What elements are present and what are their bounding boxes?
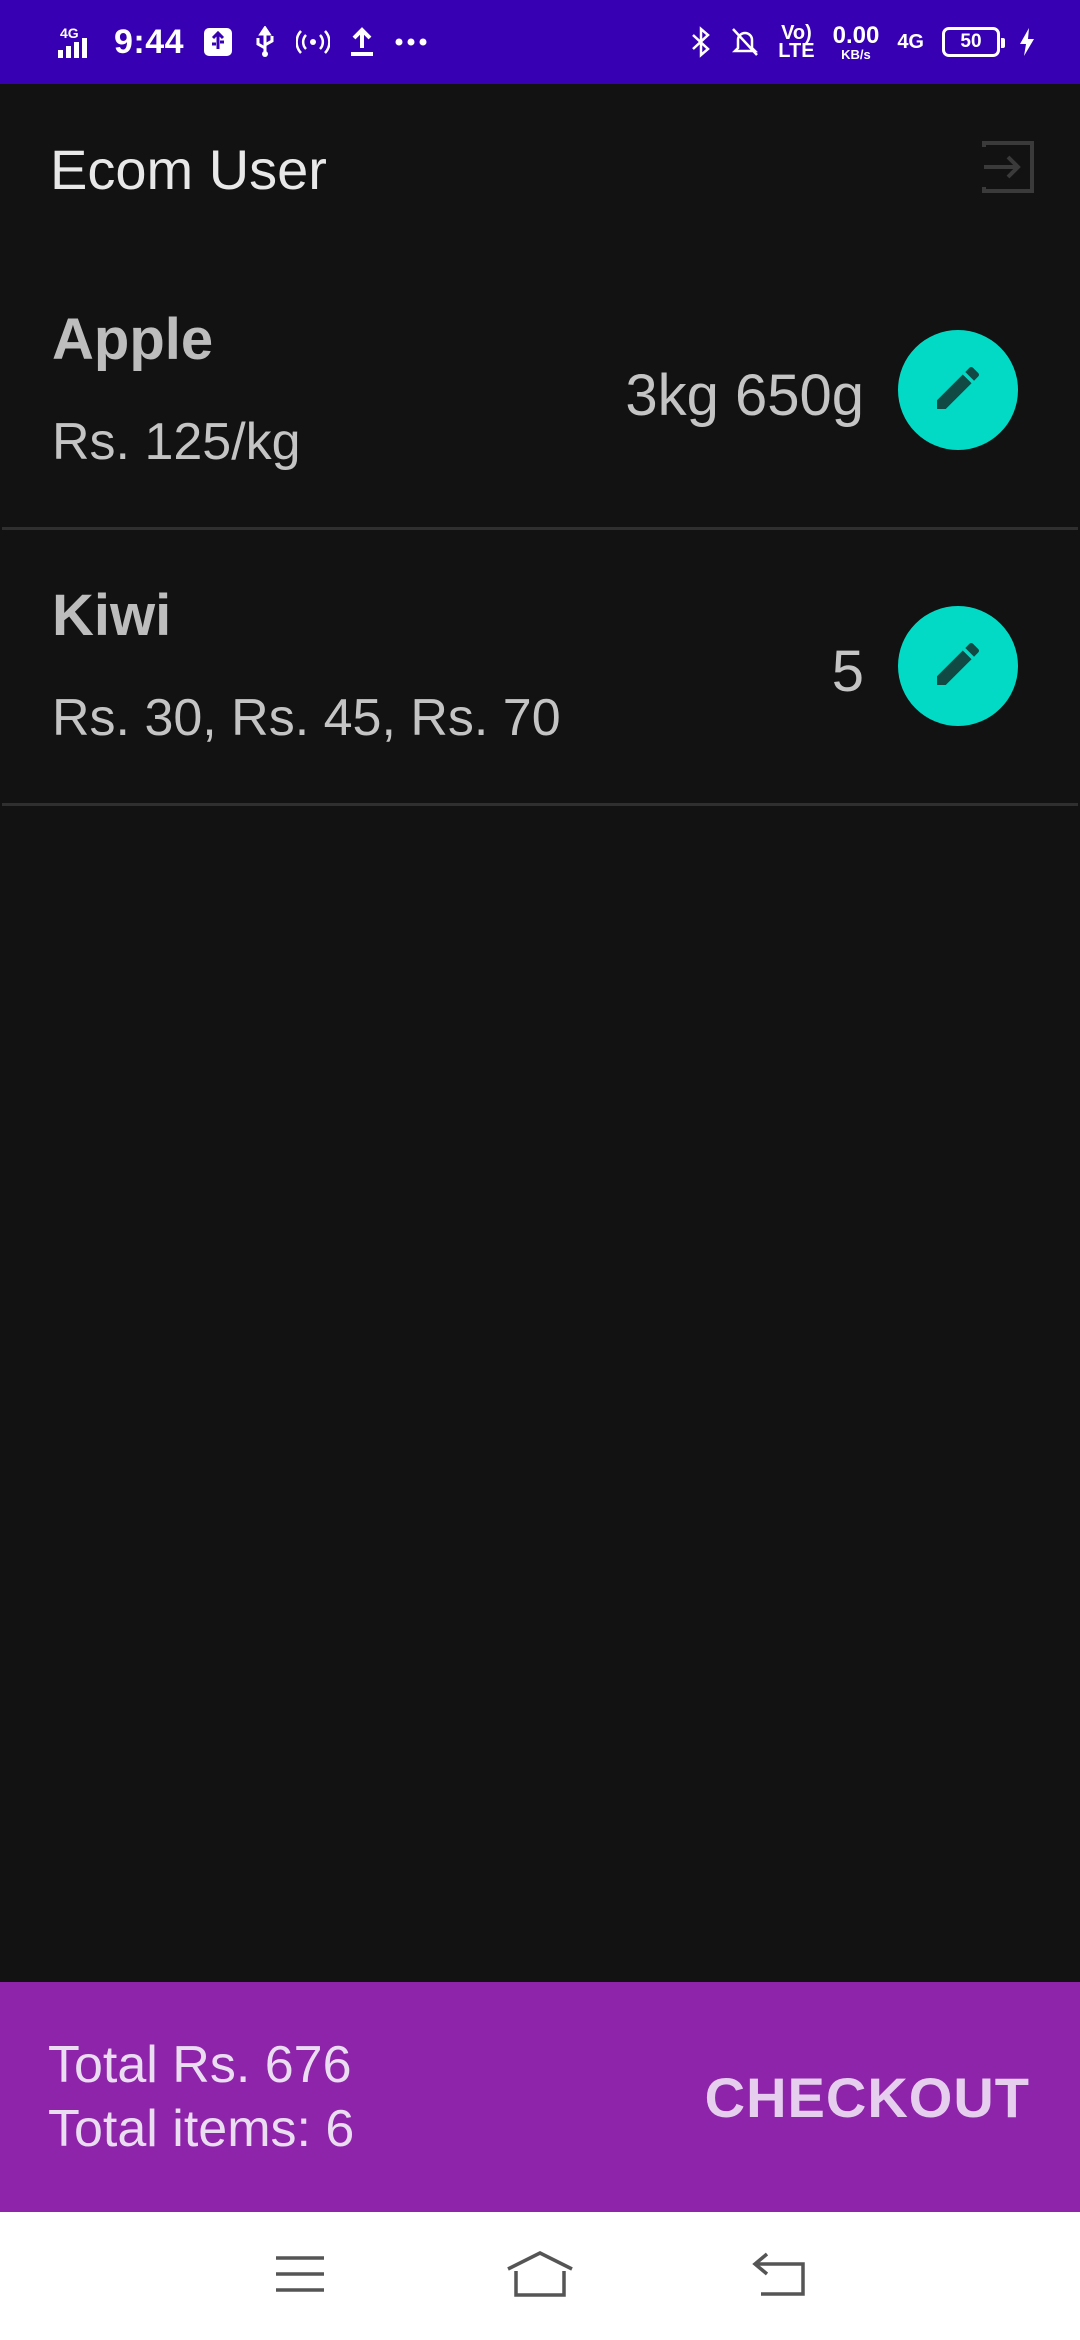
pencil-icon [930,636,986,697]
battery-level: 50 [960,31,982,52]
menu-icon [273,2252,327,2301]
edit-item-button[interactable] [898,330,1018,450]
edit-item-button[interactable] [898,606,1018,726]
cart-item-kiwi: Kiwi Rs. 30, Rs. 45, Rs. 70 5 [2,530,1078,806]
item-quantity: 5 [831,639,864,704]
usb-debug-icon [202,26,234,58]
checkout-bar: Total Rs. 676 Total items: 6 CHECKOUT [0,1982,1080,2212]
network-speed: 0.00 KB/s [832,21,880,62]
back-icon [751,2250,809,2303]
speed-value: 0.00 [832,21,880,49]
item-quantity: 3kg 650g [625,363,864,428]
app-bar: Ecom User [0,84,1080,254]
system-nav-bar [0,2212,1080,2340]
logout-button[interactable] [976,137,1040,201]
pencil-icon [930,360,986,421]
usb-icon [252,26,278,58]
speed-unit: KB/s [841,46,871,62]
network-type: 4G [897,31,924,53]
home-button[interactable] [500,2236,580,2316]
upload-icon [348,26,376,58]
status-bar: 4G 9:44 Vo) LTE 0.00 KB/s 4G 50 [0,0,1080,84]
status-bar-right: Vo) LTE 0.00 KB/s 4G 50 [690,21,1036,62]
bluetooth-icon [690,26,712,58]
svg-text:4G: 4G [60,25,79,41]
home-icon [504,2249,576,2304]
checkout-button[interactable]: CHECKOUT [705,2055,1030,2140]
back-button[interactable] [740,2236,820,2316]
total-price: Total Rs. 676 [48,2036,352,2094]
status-time: 9:44 [114,22,185,61]
item-name: Kiwi [52,583,172,648]
status-bar-left: 4G 9:44 [56,23,428,62]
silent-bell-icon [730,26,760,58]
recent-apps-button[interactable] [260,2236,340,2316]
page-title: Ecom User [50,137,327,201]
total-items: Total items: 6 [48,2100,355,2158]
battery-icon: 50 [942,27,1005,57]
hotspot-icon [296,28,331,56]
more-notifications-icon [394,37,428,47]
app-screen: 4G 9:44 Vo) LTE 0.00 KB/s 4G 50 Ecom Use… [0,0,1080,2340]
volte-indicator: Vo) LTE [778,22,815,62]
cart-item-list: Apple Rs. 125/kg 3kg 650g Kiwi Rs. 30, R… [0,254,1080,806]
charging-icon [1018,26,1036,58]
cart-summary: Total Rs. 676 Total items: 6 [48,2033,354,2161]
item-price: Rs. 125/kg [52,413,301,471]
cart-item-apple: Apple Rs. 125/kg 3kg 650g [2,254,1078,530]
item-price: Rs. 30, Rs. 45, Rs. 70 [52,689,561,747]
item-name: Apple [52,307,214,372]
logout-icon [978,137,1038,202]
signal-icon: 4G [56,24,96,60]
